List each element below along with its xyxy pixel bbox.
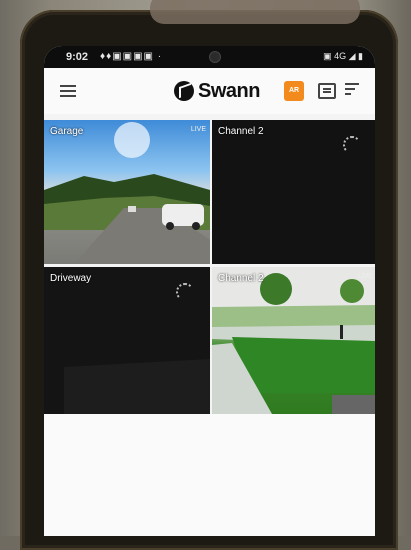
tile-label: Channel 2: [218, 126, 264, 137]
camera-tile-garage[interactable]: Garage LIVE: [44, 120, 210, 264]
logo-text: Swann: [198, 79, 260, 102]
tile-label: Driveway: [50, 273, 92, 284]
empty-area: [44, 414, 375, 536]
tile-label: Garage: [50, 126, 84, 137]
hamburger-icon[interactable]: [60, 85, 76, 97]
filter-icon[interactable]: [345, 83, 359, 97]
finger: [150, 0, 360, 24]
live-tag: LIVE: [357, 273, 373, 280]
spinner-icon: [176, 283, 194, 301]
status-bar: 9:02 ♦♦▣▣▣▣ · ▣ 4G ◢ ▮: [44, 46, 375, 68]
status-time: 9:02: [66, 51, 89, 63]
camera-tile-channel-2[interactable]: Channel 2: [212, 120, 375, 264]
status-indicators: ▣ 4G ◢ ▮: [323, 51, 363, 61]
phone-screen: 9:02 ♦♦▣▣▣▣ · ▣ 4G ◢ ▮ Swann AR Garage L…: [44, 46, 375, 536]
channel-2-feed: [212, 267, 375, 414]
camera-grid: Garage LIVE Channel 2 Driveway Channel 2…: [44, 120, 375, 414]
notification-icons: ♦♦▣▣▣▣ ·: [100, 51, 163, 62]
garage-feed: [44, 120, 210, 264]
front-camera: [210, 52, 220, 62]
live-tag: LIVE: [190, 126, 206, 133]
camera-tile-driveway[interactable]: Driveway: [44, 267, 210, 414]
spinner-icon: [343, 136, 361, 154]
message-icon[interactable]: [318, 83, 336, 99]
ar-badge-icon[interactable]: AR: [284, 81, 304, 101]
camera-tile-channel-2-live[interactable]: Channel 2 LIVE: [212, 267, 375, 414]
swann-logo: Swann: [174, 79, 260, 103]
app-bar: Swann AR: [44, 68, 375, 114]
swann-logo-icon: [174, 81, 194, 101]
tile-label: Channel 2: [218, 273, 264, 284]
